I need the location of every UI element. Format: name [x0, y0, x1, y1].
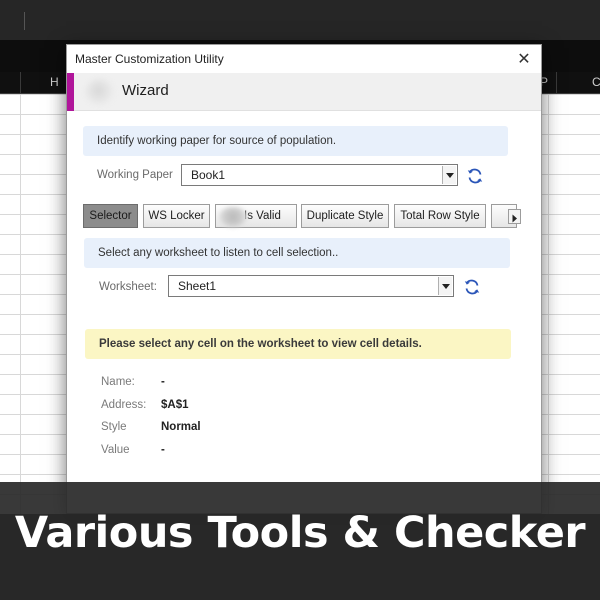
worksheet-value: Sheet1: [178, 279, 217, 293]
dialog-titlebar[interactable]: Master Customization Utility ✕: [67, 45, 541, 73]
worksheet-select[interactable]: Sheet1: [168, 275, 454, 297]
column-divider: [556, 72, 557, 94]
detail-address-value: $A$1: [161, 399, 189, 411]
refresh-icon[interactable]: [466, 167, 484, 185]
wizard-accent-bar: [67, 73, 74, 111]
tab-ws-locker[interactable]: WS Locker: [143, 204, 210, 228]
dialog-title: Master Customization Utility: [75, 52, 224, 66]
tab-selector[interactable]: Selector: [83, 204, 138, 228]
chevron-right-icon: [512, 214, 517, 223]
tab-duplicate-style[interactable]: Duplicate Style: [301, 204, 389, 228]
blurred-brand-icon: [219, 207, 247, 227]
worksheet-label: Worksheet:: [99, 281, 157, 293]
tab-is-valid[interactable]: Is Valid: [215, 204, 297, 228]
working-paper-value: Book1: [191, 168, 226, 182]
worksheet-info: Select any worksheet to listen to cell s…: [84, 238, 510, 268]
column-header-h[interactable]: H: [50, 75, 59, 89]
customization-dialog: Master Customization Utility ✕ Wizard Id…: [66, 44, 542, 514]
wizard-header: Wizard: [67, 73, 541, 111]
tab-is-valid-label: Is Valid: [244, 210, 281, 222]
cell-details-notice: Please select any cell on the worksheet …: [85, 329, 511, 359]
excel-title-area: [0, 0, 600, 40]
detail-style-value: Normal: [161, 421, 201, 433]
detail-name-value: -: [161, 376, 165, 388]
working-paper-info: Identify working paper for source of pop…: [83, 126, 508, 156]
wizard-title: Wizard: [122, 82, 169, 99]
chevron-down-icon[interactable]: [442, 166, 456, 184]
detail-style-label: Style: [101, 421, 127, 433]
toolbar-separator: [24, 12, 25, 30]
detail-name-label: Name:: [101, 376, 135, 388]
close-icon[interactable]: ✕: [513, 48, 535, 70]
detail-address-label: Address:: [101, 399, 147, 411]
working-paper-select[interactable]: Book1: [181, 164, 458, 186]
column-divider: [20, 72, 21, 94]
detail-value-value: -: [161, 444, 165, 456]
chevron-down-icon[interactable]: [438, 277, 452, 295]
column-header-q[interactable]: C: [592, 75, 600, 89]
working-paper-label: Working Paper: [97, 169, 173, 181]
promo-banner: Various Tools & Checker: [0, 482, 600, 600]
detail-value-label: Value: [101, 444, 130, 456]
wizard-logo-icon: [85, 78, 115, 106]
tab-total-row-style[interactable]: Total Row Style: [394, 204, 486, 228]
refresh-icon[interactable]: [463, 278, 481, 296]
promo-headline: Various Tools & Checker: [14, 508, 586, 558]
tab-scroll-right-icon[interactable]: [508, 209, 521, 224]
screenshot-stage: H P C Master Customization Utility ✕ Wiz…: [0, 0, 600, 600]
